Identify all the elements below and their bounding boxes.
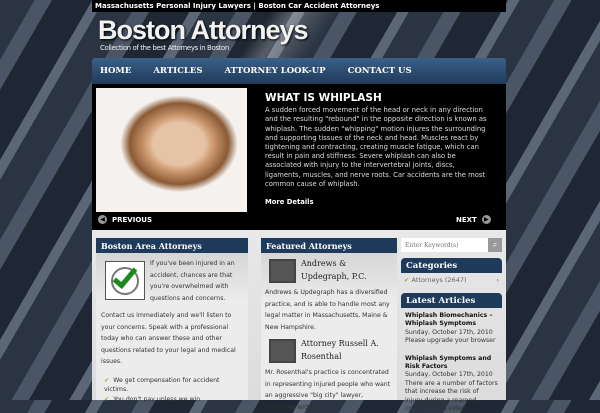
article-date: Sunday, October 17th, 2010: [405, 328, 493, 336]
attorney-item: Andrews & Updegraph, P.C. Andrews & Upde…: [261, 253, 397, 333]
categories-title: Categories: [401, 258, 502, 273]
more-details-link[interactable]: More Details: [265, 198, 490, 207]
previous-button[interactable]: ◀ PREVIOUS: [98, 215, 152, 224]
attorney-thumbnail[interactable]: [269, 259, 296, 283]
check-icon: ✔: [404, 276, 412, 284]
top-bar-links[interactable]: Massachusetts Personal Injury Lawyers | …: [92, 0, 506, 12]
page: Massachusetts Personal Injury Lawyers | …: [92, 0, 506, 412]
main-nav: HOME ARTICLES ATTORNEY LOOK-UP CONTACT U…: [92, 58, 506, 84]
slide-photo: [96, 88, 247, 212]
site-logo[interactable]: Boston Attorneys: [98, 15, 309, 46]
box-title: Boston Area Attorneys: [96, 238, 248, 253]
chevron-right-icon: ›: [496, 276, 499, 284]
article-date: Sunday, October 17th, 2010: [405, 371, 493, 379]
search-input[interactable]: [401, 238, 488, 252]
nav-attorney-lookup[interactable]: ATTORNEY LOOK-UP: [225, 66, 326, 76]
prev-arrow-icon: ◀: [98, 215, 107, 224]
box-title: Featured Attorneys: [261, 238, 397, 253]
article-title-link[interactable]: Whiplash Symptoms and Risk Factors: [405, 355, 498, 372]
boston-area-attorneys-box: Boston Area Attorneys If you've been inj…: [96, 238, 248, 403]
article-excerpt: Please upgrade your browser: [405, 337, 496, 345]
attorney-description: Mr. Rosenthal's practice is concentrated…: [265, 369, 391, 411]
article-item: Whiplash Symptoms and Risk Factors Sunda…: [401, 346, 502, 413]
next-label: NEXT: [456, 215, 477, 224]
search-icon[interactable]: ⌕: [488, 238, 502, 252]
category-item[interactable]: ✔ Attorneys (2647) ›: [401, 273, 502, 293]
sidebar: ⌕ Categories ✔ Attorneys (2647)› Latest …: [401, 238, 502, 413]
attorney-item: Attorney Russell A. Rosenthal Mr. Rosent…: [261, 333, 397, 413]
latest-articles-title: Latest Articles: [401, 293, 502, 308]
nav-home[interactable]: HOME: [100, 66, 131, 76]
search-form: ⌕: [401, 238, 502, 252]
slide-title: WHAT IS WHIPLASH: [265, 92, 382, 104]
article-excerpt: There are a number of factors that incre…: [405, 379, 498, 413]
slide-body: A sudden forced movement of the head or …: [265, 106, 487, 188]
article-item: Whiplash Biomechanics – Whiplash Symptom…: [401, 308, 502, 346]
featured-attorneys-box: Featured Attorneys Andrews & Updegraph, …: [261, 238, 397, 411]
featured-slider: WHAT IS WHIPLASH A sudden forced movemen…: [92, 84, 506, 230]
body-text: Contact us immediately and we'll listen …: [101, 312, 236, 365]
attorney-description: Andrews & Updegraph has a diversified pr…: [265, 289, 390, 331]
content-area: Boston Area Attorneys If you've been inj…: [92, 230, 506, 412]
previous-label: PREVIOUS: [112, 215, 153, 224]
bullet-item: ✔ We get compensation for accident victim…: [104, 376, 220, 394]
article-title-link[interactable]: Whiplash Biomechanics – Whiplash Symptom…: [405, 312, 498, 329]
bullet-item: ✔ You don't pay unless we win.: [104, 395, 203, 403]
nav-contact-us[interactable]: CONTACT US: [348, 66, 412, 76]
tagline: Collection of the best Attorneys in Bost…: [100, 44, 229, 52]
next-arrow-icon: ▶: [481, 215, 491, 224]
attorney-thumbnail[interactable]: [269, 339, 296, 363]
nav-articles[interactable]: ARTICLES: [153, 66, 202, 76]
checkmark-icon: [105, 261, 145, 300]
check-icon: ✔: [104, 395, 110, 403]
next-button[interactable]: NEXT ▶: [456, 215, 491, 224]
header: Boston Attorneys Collection of the best …: [92, 12, 506, 58]
check-icon: ✔: [104, 376, 110, 384]
